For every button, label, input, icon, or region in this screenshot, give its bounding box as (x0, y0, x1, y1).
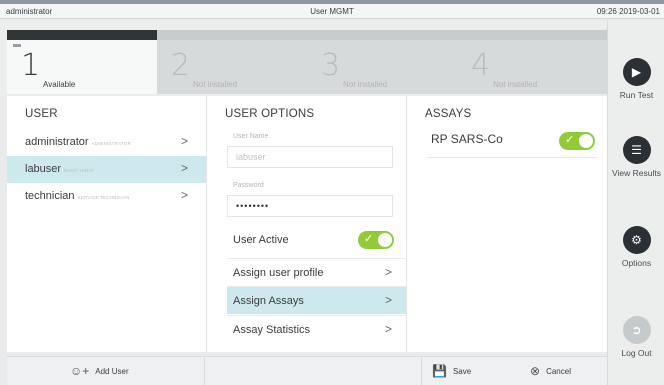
module-1[interactable]: 1 Available (7, 30, 157, 94)
assign-user-profile-label: Assign user profile (233, 267, 324, 279)
logout-icon: ➲ (622, 316, 651, 344)
chevron-right-icon: > (180, 161, 188, 175)
chevron-right-icon: > (384, 322, 392, 336)
view-results-button[interactable]: ☰ View Results (608, 136, 664, 178)
cancel-label: Cancel (546, 366, 571, 376)
view-results-label: View Results (612, 168, 661, 178)
play-icon: ▶ (622, 58, 651, 86)
module-status: Not installed (343, 80, 388, 89)
module-number: 2 (171, 48, 191, 83)
log-out-button[interactable]: ➲ Log Out (608, 316, 664, 358)
module-status-bar (157, 30, 307, 40)
run-test-button[interactable]: ▶ Run Test (608, 58, 664, 100)
assign-assays-row[interactable]: Assign Assays > (227, 286, 406, 314)
cancel-icon: ⊗ (530, 364, 541, 378)
save-button[interactable]: 💾 Save (432, 364, 471, 378)
window-title: User MGMT (310, 7, 354, 16)
module-number: 3 (321, 48, 341, 83)
module-status: Not installed (193, 80, 238, 89)
module-bar: 1 Available 2 Not installed 3 Not instal… (0, 20, 607, 96)
module-status: Available (43, 80, 76, 89)
module-led (13, 44, 21, 47)
user-name: labuser (25, 163, 62, 175)
bottom-action-bar: ☺+ Add User 💾 Save ⊗ Cancel (7, 356, 607, 385)
user-row-technician[interactable]: technician SERVICE TECHNICIAN > (7, 183, 206, 210)
assign-assays-label: Assign Assays (233, 295, 304, 307)
check-icon: ✓ (364, 233, 374, 245)
module-status-bar (7, 30, 157, 40)
datetime: 09:26 2019-03-01 (596, 7, 660, 16)
assay-toggle[interactable]: ✓ (559, 132, 595, 150)
user-options-panel: USER OPTIONS User Name labuser Password … (206, 96, 406, 352)
module-number: 4 (471, 48, 491, 83)
user-row-administrator[interactable]: administrator ADMINISTRATOR > (7, 129, 206, 156)
module-3[interactable]: 3 Not installed (307, 30, 457, 94)
password-label: Password (233, 182, 264, 189)
chevron-right-icon: > (384, 265, 392, 279)
toggle-knob (378, 233, 392, 247)
user-row-labuser[interactable]: labuser BASIC USER > (7, 156, 206, 183)
add-user-button[interactable]: ☺+ Add User (70, 364, 129, 378)
add-user-label: Add User (95, 366, 129, 376)
module-status: Not installed (493, 80, 538, 89)
user-active-label: User Active (233, 234, 289, 246)
divider (421, 357, 422, 385)
module-4[interactable]: 4 Not installed (457, 30, 607, 94)
assay-statistics-row[interactable]: Assay Statistics > (227, 315, 406, 343)
log-out-label: Log Out (621, 348, 652, 358)
title-bar: administrator User MGMT 09:26 2019-03-01 (0, 4, 664, 19)
user-options-title: USER OPTIONS (225, 108, 315, 120)
gear-icon: ⚙ (622, 226, 651, 254)
user-role: ADMINISTRATOR (91, 141, 132, 146)
user-active-toggle[interactable]: ✓ (358, 231, 394, 249)
user-name-label: User Name (233, 133, 269, 140)
user-role: BASIC USER (64, 168, 94, 173)
user-name-field[interactable]: labuser (227, 146, 393, 168)
add-user-icon: ☺+ (70, 364, 90, 378)
toggle-knob (579, 134, 593, 148)
assay-statistics-label: Assay Statistics (233, 324, 311, 336)
divider (204, 357, 205, 385)
user-active-row: User Active ✓ (227, 226, 406, 254)
user-panel: USER administrator ADMINISTRATOR > labuse… (7, 96, 206, 352)
chevron-right-icon: > (384, 293, 392, 307)
user-panel-title: USER (25, 108, 58, 120)
module-status-bar (307, 30, 457, 40)
save-icon: 💾 (432, 364, 447, 378)
cancel-button[interactable]: ⊗ Cancel (530, 364, 571, 378)
list-icon: ☰ (622, 136, 651, 164)
assays-title: ASSAYS (425, 108, 472, 120)
password-field[interactable]: •••••••• (227, 195, 393, 217)
user-name: administrator (25, 136, 89, 148)
save-label: Save (452, 366, 472, 376)
module-2[interactable]: 2 Not installed (157, 30, 307, 94)
assign-user-profile-row[interactable]: Assign user profile > (227, 258, 406, 286)
assay-name: RP SARS-Co (431, 132, 503, 146)
user-role: SERVICE TECHNICIAN (77, 195, 130, 200)
options-button[interactable]: ⚙ Options (608, 226, 664, 268)
main-panels: USER administrator ADMINISTRATOR > labuse… (7, 96, 607, 352)
chevron-right-icon: > (180, 188, 188, 202)
options-label: Options (621, 258, 652, 268)
user-name: technician (25, 190, 75, 202)
assay-row: RP SARS-Co ✓ (427, 128, 597, 158)
run-test-label: Run Test (619, 90, 654, 100)
module-number: 1 (21, 48, 41, 83)
module-status-bar (457, 30, 607, 40)
chevron-right-icon: > (180, 134, 188, 148)
assays-panel: ASSAYS RP SARS-Co ✓ (406, 96, 607, 352)
right-sidebar: ▶ Run Test ☰ View Results ⚙ Options ➲ Lo… (607, 20, 664, 385)
check-icon: ✓ (565, 134, 575, 146)
